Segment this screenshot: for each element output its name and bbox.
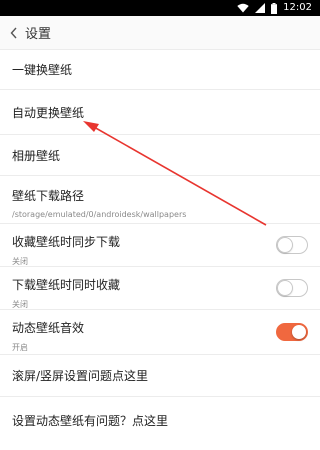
setting-label: 相册壁纸 — [12, 148, 61, 163]
toggle-knob — [278, 281, 292, 295]
back-button[interactable] — [3, 16, 25, 50]
toggle-knob — [278, 238, 292, 252]
live-wallpaper-sound-toggle[interactable] — [276, 323, 308, 341]
setting-label: 壁纸下载路径 — [12, 189, 85, 203]
setting-auto-change-wallpaper[interactable]: 自动更换壁纸 — [0, 90, 320, 135]
setting-label: 滚屏/竖屏设置问题点这里 — [12, 369, 149, 383]
setting-state: 关闭 — [12, 257, 28, 266]
favorite-on-download-toggle[interactable] — [276, 279, 308, 297]
setting-label: 下载壁纸时同时收藏 — [12, 278, 121, 292]
setting-live-wallpaper-sound[interactable]: 动态壁纸音效 开启 — [0, 310, 320, 355]
chevron-left-icon — [10, 27, 17, 38]
setting-download-path[interactable]: 壁纸下载路径 /storage/emulated/0/androidesk/wa… — [0, 176, 320, 224]
page-title: 设置 — [25, 27, 52, 42]
setting-label: 收藏壁纸时同步下载 — [12, 235, 121, 249]
setting-album-wallpaper[interactable]: 相册壁纸 — [0, 135, 320, 176]
setting-label: 动态壁纸音效 — [12, 321, 85, 335]
settings-list: 一键换壁纸 自动更换壁纸 相册壁纸 壁纸下载路径 /storage/emulat… — [0, 50, 320, 444]
setting-label: 一键换壁纸 — [12, 63, 73, 77]
setting-live-wallpaper-help[interactable]: 设置动态壁纸有问题？点这里 — [0, 397, 320, 444]
setting-favorite-on-download[interactable]: 下载壁纸时同时收藏 关闭 — [0, 267, 320, 310]
status-bar: 12:02 — [0, 0, 320, 16]
setting-sync-download-on-favorite[interactable]: 收藏壁纸时同步下载 关闭 — [0, 224, 320, 267]
wifi-icon — [237, 3, 249, 13]
setting-one-click-wallpaper[interactable]: 一键换壁纸 — [0, 50, 320, 90]
setting-label: 设置动态壁纸有问题？点这里 — [12, 414, 169, 428]
download-path-value: /storage/emulated/0/androidesk/wallpaper… — [12, 210, 187, 219]
setting-scroll-portrait-help[interactable]: 滚屏/竖屏设置问题点这里 — [0, 355, 320, 397]
setting-state: 关闭 — [12, 300, 28, 309]
app-bar: 设置 — [0, 16, 320, 50]
setting-label: 自动更换壁纸 — [12, 105, 85, 120]
signal-icon — [255, 3, 266, 13]
setting-state: 开启 — [12, 343, 28, 352]
battery-icon — [271, 2, 278, 14]
status-time: 12:02 — [283, 2, 312, 13]
sync-download-toggle[interactable] — [276, 236, 308, 254]
toggle-knob — [292, 325, 306, 339]
